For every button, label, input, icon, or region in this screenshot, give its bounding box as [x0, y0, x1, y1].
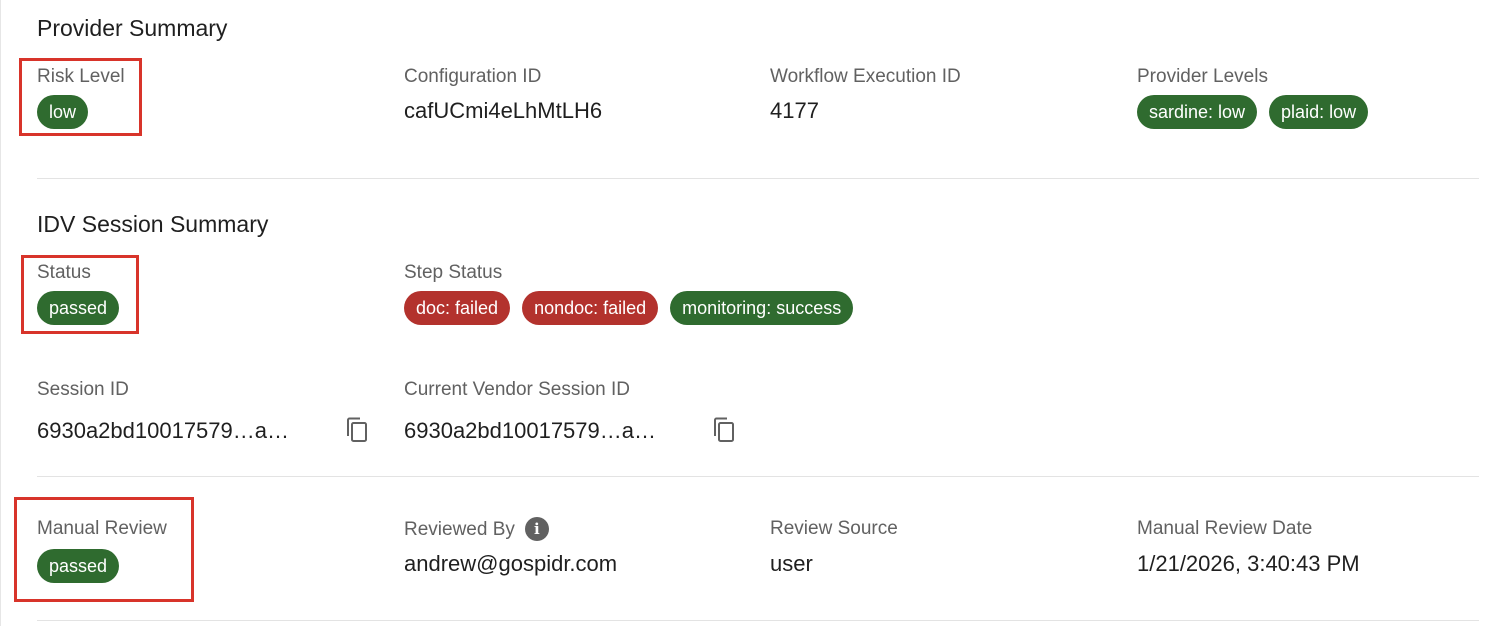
reviewed-by-value: andrew@gospidr.com: [404, 551, 618, 576]
highlight-box-risk-level: [19, 58, 142, 136]
manual-review-date-value: 1/21/2026, 3:40:43 PM: [1137, 551, 1360, 576]
provider-levels-chips: sardine: low plaid: low: [1137, 95, 1369, 129]
step-status-badge-monitoring: monitoring: success: [670, 291, 854, 325]
configuration-id-label: Configuration ID: [404, 66, 542, 87]
current-vendor-session-id-label: Current Vendor Session ID: [404, 379, 631, 400]
section-divider: [37, 620, 1479, 621]
copy-icon: [347, 417, 367, 442]
current-vendor-session-id-value: 6930a2bd10017579…a…: [404, 418, 657, 443]
step-status-label: Step Status: [404, 262, 503, 283]
section-divider: [37, 178, 1479, 179]
highlight-box-manual-review: [14, 497, 194, 602]
provider-level-badge-sardine: sardine: low: [1137, 95, 1258, 129]
provider-levels-label: Provider Levels: [1137, 66, 1268, 87]
workflow-execution-id-value: 4177: [770, 98, 819, 123]
review-source-label: Review Source: [770, 518, 898, 539]
session-id-label: Session ID: [37, 379, 129, 400]
highlight-box-status: [21, 255, 139, 334]
provider-level-badge-plaid: plaid: low: [1269, 95, 1369, 129]
step-status-chips: doc: failed nondoc: failed monitoring: s…: [404, 291, 854, 325]
manual-review-date-label: Manual Review Date: [1137, 518, 1313, 539]
copy-icon: [714, 417, 734, 442]
session-id-value: 6930a2bd10017579…a…: [37, 418, 290, 443]
configuration-id-value: cafUCmi4eLhMtLH6: [404, 98, 603, 123]
idv-session-summary-title: IDV Session Summary: [37, 211, 269, 237]
copy-session-id-button[interactable]: [343, 417, 371, 445]
page: Provider Summary Risk Level low Configur…: [0, 0, 1489, 626]
workflow-execution-id-label: Workflow Execution ID: [770, 66, 961, 87]
reviewed-by-label: Reviewed By: [404, 518, 515, 540]
provider-summary-title: Provider Summary: [37, 15, 228, 41]
review-source-value: user: [770, 551, 813, 576]
section-divider: [37, 476, 1479, 477]
copy-vendor-session-id-button[interactable]: [710, 417, 738, 445]
reviewed-by-label-row: Reviewed By i: [404, 517, 549, 541]
info-icon[interactable]: i: [524, 517, 549, 541]
left-border: [0, 0, 1, 626]
step-status-badge-doc: doc: failed: [404, 291, 511, 325]
step-status-badge-nondoc: nondoc: failed: [522, 291, 659, 325]
